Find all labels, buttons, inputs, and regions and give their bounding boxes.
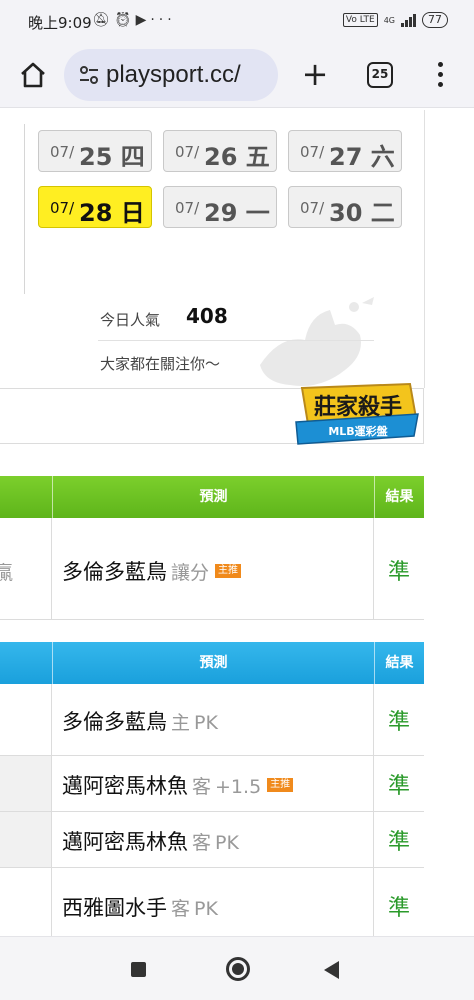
status-bar: 晚上9:09 🔕︎⏰︎▶··· Vo LTE 4G 77 (0, 0, 474, 44)
alarm-icon: ⏰︎ (113, 12, 136, 28)
table-row: 邁阿密馬林魚客 +1.5 主推 準 (0, 756, 424, 812)
youtube-icon: ▶ (135, 12, 151, 28)
cut-off-text: 贏 (0, 562, 14, 584)
table-header: 預測 結果 (0, 642, 424, 684)
table-row: 多倫多藍鳥主 PK 準 (0, 684, 424, 756)
handicap-label: 讓分 (171, 562, 210, 584)
divider (424, 110, 425, 388)
system-nav-bar (0, 936, 474, 1000)
result-text: 準 (387, 710, 410, 735)
mute-icon: 🔕︎ (92, 12, 114, 28)
result-text: 準 (387, 896, 410, 921)
popularity-label: 今日人氣 (100, 311, 161, 329)
signal-icon (401, 13, 416, 27)
prediction-team: 邁阿密馬林魚客 +1.5 主推 (62, 770, 294, 800)
result-text: 準 (387, 560, 410, 585)
home-icon[interactable] (18, 60, 48, 90)
date-button-0730[interactable]: 07/30 二 (288, 186, 402, 228)
banker-killer-badge: 莊家殺手 MLB運彩盤 (295, 382, 419, 445)
prediction-header: 預測 (52, 476, 374, 518)
network-type: 4G (383, 15, 395, 25)
status-system-icons: Vo LTE 4G 77 (342, 12, 448, 28)
prediction-table-2: 預測 結果 多倫多藍鳥主 PK 準 邁阿密馬林魚客 +1.5 主推 準 邁阿密馬… (0, 642, 424, 936)
result-text: 準 (387, 774, 410, 799)
url-text[interactable]: playsport.cc/ (106, 61, 241, 89)
status-time: 晚上9:09 (28, 14, 92, 32)
prediction-team: 多倫多藍鳥主 PK (62, 710, 218, 734)
date-button-0725[interactable]: 07/25 四 (38, 130, 152, 172)
tab-switcher-button[interactable]: 25 (367, 62, 393, 88)
divider (24, 124, 25, 294)
date-button-0728-selected[interactable]: 07/28 日 (38, 186, 152, 228)
site-settings-icon[interactable] (78, 64, 100, 86)
date-button-0729[interactable]: 07/29 一 (163, 186, 277, 228)
table-row: 贏 多倫多藍鳥 讓分 主推 準 (0, 518, 424, 620)
recents-button[interactable] (131, 962, 146, 977)
table-row: 邁阿密馬林魚客 PK 準 (0, 812, 424, 868)
page-content: 07/25 四 07/26 五 07/27 六 07/28 日 07/29 一 … (0, 110, 474, 936)
table-row: 西雅圖水手客 PK 準 (0, 868, 424, 936)
address-bar[interactable]: playsport.cc/ (64, 49, 278, 101)
date-button-0726[interactable]: 07/26 五 (163, 130, 277, 172)
home-button[interactable] (226, 957, 250, 981)
prediction-table-1: 預測 結果 贏 多倫多藍鳥 讓分 主推 準 (0, 476, 424, 620)
prediction-team: 西雅圖水手客 PK (62, 896, 218, 920)
prediction-team: 多倫多藍鳥 讓分 主推 (62, 556, 242, 586)
popularity-note: 大家都在關注你～ (100, 355, 221, 373)
featured-tag: 主推 (267, 778, 294, 792)
popularity-value: 408 (186, 304, 228, 328)
status-notification-icons: 🔕︎⏰︎▶··· (92, 12, 176, 28)
more-menu-icon[interactable] (430, 58, 450, 92)
date-button-0727[interactable]: 07/27 六 (288, 130, 402, 172)
prediction-team: 邁阿密馬林魚客 PK (62, 830, 239, 854)
badge-title: 莊家殺手 (314, 394, 402, 420)
new-tab-button[interactable]: + (300, 58, 330, 90)
featured-tag: 主推 (215, 564, 242, 578)
browser-toolbar: playsport.cc/ + 25 (0, 44, 474, 108)
back-button[interactable] (324, 961, 339, 979)
divider (98, 340, 374, 341)
badge-subtitle: MLB運彩盤 (328, 424, 388, 438)
result-header: 結果 (374, 642, 424, 684)
result-header: 結果 (374, 476, 424, 518)
table-header: 預測 結果 (0, 476, 424, 518)
result-text: 準 (387, 830, 410, 855)
battery-icon: 77 (422, 12, 448, 28)
prediction-header: 預測 (52, 642, 374, 684)
more-dots-icon: ··· (150, 12, 176, 28)
volte-icon: Vo LTE (342, 13, 378, 27)
